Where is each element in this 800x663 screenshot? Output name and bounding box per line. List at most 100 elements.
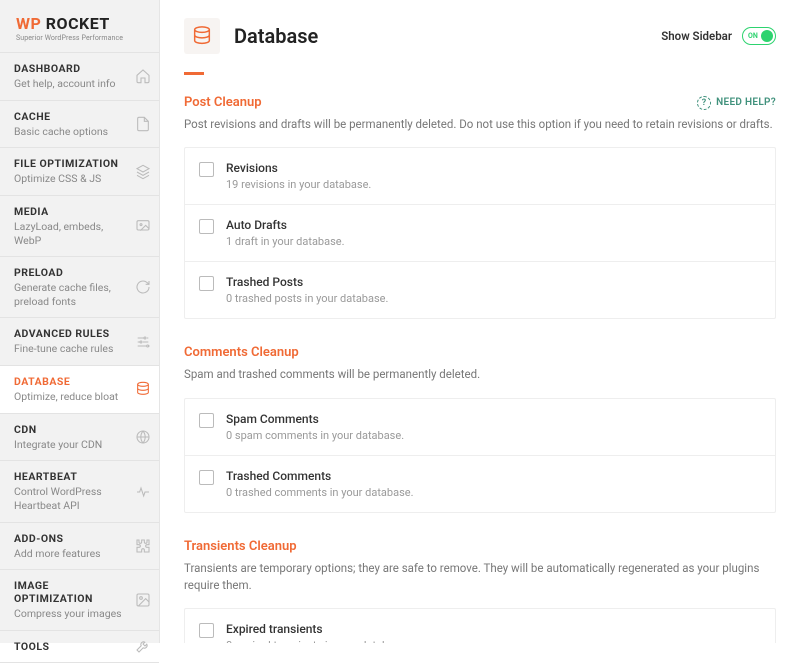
sidebar-item-heartbeat[interactable]: HEARTBEAT Control WordPress Heartbeat API (0, 460, 159, 521)
option-list: Revisions 19 revisions in your database. A… (184, 147, 776, 319)
section-desc: Post revisions and drafts will be perman… (184, 116, 776, 133)
option-label: Auto Drafts (226, 218, 761, 232)
nav-item-title: ADD-ONS (14, 532, 129, 545)
checkbox[interactable] (199, 219, 214, 234)
sidebar-item-file-optimization[interactable]: FILE OPTIMIZATION Optimize CSS & JS (0, 147, 159, 195)
checkbox[interactable] (199, 162, 214, 177)
section-title: Transients Cleanup (184, 539, 297, 554)
option-hint: 19 revisions in your database. (226, 178, 761, 191)
section-transients-cleanup: Transients Cleanup Transients are tempor… (184, 539, 776, 644)
sidebar-item-media[interactable]: MEDIA LazyLoad, embeds, WebP (0, 195, 159, 256)
sidebar-item-tools[interactable]: TOOLS (0, 630, 159, 663)
logo-brand-b: ROCKET (46, 14, 110, 33)
nav-item-title: ADVANCED RULES (14, 327, 129, 340)
sidebar-item-cache[interactable]: CACHE Basic cache options (0, 100, 159, 148)
toggle-knob (761, 30, 773, 42)
toggle-on-label: ON (748, 32, 758, 40)
nav-item-title: DASHBOARD (14, 62, 129, 75)
nav-item-title: CACHE (14, 110, 129, 123)
nav-item-title: CDN (14, 423, 129, 436)
nav-item-title: IMAGE OPTIMIZATION (14, 579, 129, 605)
option-hint: 1 draft in your database. (226, 235, 761, 248)
logo-tagline: Superior WordPress Performance (16, 34, 149, 42)
sidebar-item-image-optimization[interactable]: IMAGE OPTIMIZATION Compress your images (0, 569, 159, 630)
help-icon: ? (697, 96, 711, 110)
main: Database Show Sidebar ON Post Cleanup ? … (160, 0, 800, 643)
section-title: Post Cleanup (184, 95, 262, 110)
option-label: Trashed Posts (226, 275, 761, 289)
layers-icon (135, 164, 151, 180)
option-item: Spam Comments 0 spam comments in your dat… (185, 399, 775, 456)
nav-item-desc: Integrate your CDN (14, 438, 129, 452)
globe-icon (135, 429, 151, 445)
option-hint: 0 trashed comments in your database. (226, 486, 761, 499)
help-link-text: NEED HELP? (716, 97, 776, 108)
nav-item-desc: Compress your images (14, 607, 129, 621)
header: Database Show Sidebar ON (160, 0, 800, 66)
option-label: Revisions (226, 161, 761, 175)
nav-item-desc: Control WordPress Heartbeat API (14, 485, 129, 512)
option-hint: 0 spam comments in your database. (226, 429, 761, 442)
file-icon (135, 116, 151, 132)
logo: WP ROCKET Superior WordPress Performance (0, 0, 159, 52)
database-icon (184, 18, 220, 54)
sidebar-item-preload[interactable]: PRELOAD Generate cache files, preload fon… (0, 256, 159, 317)
nav-item-title: HEARTBEAT (14, 470, 129, 483)
nav-item-desc: Basic cache options (14, 125, 129, 139)
option-label: Expired transients (226, 622, 761, 636)
sidebar-item-add-ons[interactable]: ADD-ONS Add more features (0, 522, 159, 570)
sidebar-item-advanced-rules[interactable]: ADVANCED RULES Fine-tune cache rules (0, 317, 159, 365)
option-label: Spam Comments (226, 412, 761, 426)
option-item: Trashed Posts 0 trashed posts in your dat… (185, 262, 775, 318)
logo-brand-a: WP (16, 14, 41, 33)
option-item: Expired transients 0 expired transients i… (185, 609, 775, 643)
option-list: Spam Comments 0 spam comments in your dat… (184, 398, 776, 513)
nav-item-title: DATABASE (14, 375, 129, 388)
option-hint: 0 trashed posts in your database. (226, 292, 761, 305)
database-icon (135, 381, 151, 397)
wrench-icon (135, 638, 151, 654)
show-sidebar-label: Show Sidebar (661, 29, 732, 43)
checkbox[interactable] (199, 470, 214, 485)
image-icon (135, 218, 151, 234)
option-hint: 0 expired transients in your database. (226, 639, 761, 643)
page-title: Database (234, 24, 661, 48)
need-help-link[interactable]: ? NEED HELP? (697, 96, 776, 110)
checkbox[interactable] (199, 413, 214, 428)
nav-item-desc: Get help, account info (14, 77, 129, 91)
section-desc: Transients are temporary options; they a… (184, 560, 776, 595)
content: Post Cleanup ? NEED HELP? Post revisions… (160, 75, 800, 643)
section-desc: Spam and trashed comments will be perman… (184, 366, 776, 383)
show-sidebar-toggle[interactable]: ON (742, 27, 776, 45)
nav-item-desc: Add more features (14, 547, 129, 561)
heartbeat-icon (135, 484, 151, 500)
option-item: Trashed Comments 0 trashed comments in yo… (185, 456, 775, 512)
sidebar: WP ROCKET Superior WordPress Performance… (0, 0, 160, 643)
nav-item-title: MEDIA (14, 205, 129, 218)
nav-item-title: PRELOAD (14, 266, 129, 279)
option-list: Expired transients 0 expired transients i… (184, 608, 776, 643)
nav-item-desc: Generate cache files, preload fonts (14, 281, 129, 308)
puzzle-icon (135, 538, 151, 554)
refresh-icon (135, 279, 151, 295)
sidebar-item-database[interactable]: DATABASE Optimize, reduce bloat (0, 365, 159, 413)
picture-icon (135, 592, 151, 608)
home-icon (135, 68, 151, 84)
section-post-cleanup: Post Cleanup ? NEED HELP? Post revisions… (184, 95, 776, 319)
section-comments-cleanup: Comments Cleanup Spam and trashed commen… (184, 345, 776, 512)
sidebar-item-dashboard[interactable]: DASHBOARD Get help, account info (0, 52, 159, 100)
option-item: Auto Drafts 1 draft in your database. (185, 205, 775, 262)
sliders-icon (135, 334, 151, 350)
nav-item-title: FILE OPTIMIZATION (14, 157, 129, 170)
checkbox[interactable] (199, 623, 214, 638)
option-item: Revisions 19 revisions in your database. (185, 148, 775, 205)
nav-item-title: TOOLS (14, 640, 129, 653)
nav-item-desc: Optimize CSS & JS (14, 172, 129, 186)
sidebar-item-cdn[interactable]: CDN Integrate your CDN (0, 413, 159, 461)
nav-item-desc: LazyLoad, embeds, WebP (14, 220, 129, 247)
nav-item-desc: Fine-tune cache rules (14, 342, 129, 356)
nav-item-desc: Optimize, reduce bloat (14, 390, 129, 404)
nav: DASHBOARD Get help, account info CACHE Basi… (0, 52, 159, 663)
option-label: Trashed Comments (226, 469, 761, 483)
checkbox[interactable] (199, 276, 214, 291)
